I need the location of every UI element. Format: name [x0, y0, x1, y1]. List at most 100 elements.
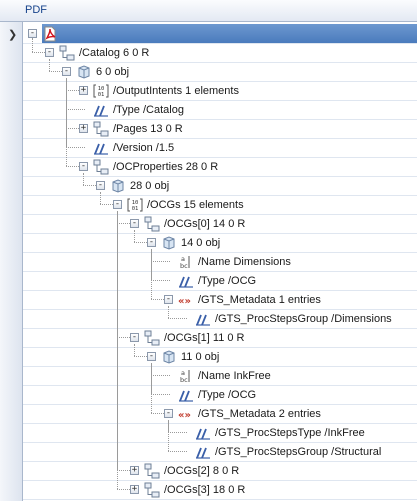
- tree-node-label: /OCGs 15 elements: [147, 198, 244, 211]
- string-icon: abc: [180, 369, 190, 384]
- name-icon: [196, 428, 210, 440]
- tree-node-label: /OCGs[1] 11 0 R: [164, 331, 245, 344]
- name-icon: [196, 314, 210, 326]
- name-icon: [179, 390, 193, 402]
- reference-icon: [59, 45, 75, 60]
- reference-icon: [144, 330, 160, 345]
- tree-connector: [151, 299, 164, 300]
- tree-connector: [66, 128, 79, 129]
- tree-node-label: /OCGs[2] 8 0 R: [164, 464, 240, 477]
- dictionary-icon: «»: [178, 296, 191, 307]
- tree-node-ocg0-gts-1[interactable]: /GTS_ProcStepsGroup /Dimensions: [181, 309, 393, 328]
- name-icon: [179, 276, 193, 288]
- tree-node-ocproperties[interactable]: - /OCProperties 28 0 R: [79, 157, 219, 176]
- collapse-toggle[interactable]: -: [28, 29, 37, 38]
- column-header-label: PDF: [25, 4, 47, 16]
- tree-node-label: /GTS_Metadata 1 entries: [198, 293, 321, 306]
- column-header[interactable]: PDF: [0, 0, 417, 22]
- tree-connector: [49, 59, 50, 71]
- tree-node-ocg3[interactable]: + /OCGs[3] 18 0 R: [130, 480, 246, 499]
- collapse-toggle[interactable]: -: [45, 48, 54, 57]
- tree-node-ocg0-name[interactable]: a bc/Name Dimensions: [164, 252, 292, 271]
- row-indicator-gutter: ❯: [0, 22, 23, 501]
- tree-connector: [134, 344, 135, 356]
- tree-node-label: /Type /OCG: [198, 274, 257, 287]
- svg-text:bc: bc: [180, 262, 188, 270]
- collapse-toggle[interactable]: -: [62, 67, 71, 76]
- tree-connector: [134, 230, 135, 242]
- reference-icon: [144, 463, 160, 478]
- tree-node-label: /Name InkFree: [198, 369, 271, 382]
- tree-node-catalog-obj[interactable]: - 6 0 obj: [62, 62, 130, 81]
- collapse-toggle[interactable]: -: [79, 162, 88, 171]
- tree-node-ocg0-type[interactable]: /Type /OCG: [164, 271, 257, 290]
- svg-text:«»: «»: [178, 410, 191, 421]
- pdf-object-tree[interactable]: - -/Catalog 6 0 R-6 0 obj +10 01/OutputInt…: [23, 22, 417, 501]
- collapse-toggle[interactable]: -: [164, 409, 173, 418]
- collapse-toggle[interactable]: -: [130, 219, 139, 228]
- reference-icon: [144, 482, 160, 497]
- tree-node-version[interactable]: /Version /1.5: [79, 138, 175, 157]
- expand-toggle[interactable]: +: [130, 485, 139, 494]
- tree-node-ocg1-name[interactable]: a bc/Name InkFree: [164, 366, 272, 385]
- expand-toggle[interactable]: +: [79, 86, 88, 95]
- reference-icon: [93, 159, 109, 174]
- tree-connector: [117, 223, 130, 224]
- tree-node-label: /Type /OCG: [198, 388, 257, 401]
- tree-node-label: /Pages 13 0 R: [113, 122, 183, 135]
- reference-icon: [144, 216, 160, 231]
- name-icon: [94, 105, 108, 117]
- svg-text:01: 01: [98, 92, 105, 98]
- tree-node-label: 6 0 obj: [96, 65, 130, 78]
- tree-node-ocg1-gts-1[interactable]: /GTS_ProcStepsType /InkFree: [181, 423, 366, 442]
- tree-connector: [134, 356, 147, 357]
- tree-connector: [32, 52, 45, 53]
- object-icon: [163, 235, 175, 250]
- tree-node-ocg2[interactable]: + /OCGs[2] 8 0 R: [130, 461, 240, 480]
- tree-node-ocg1-gts[interactable]: - «» /GTS_Metadata 2 entries: [164, 404, 322, 423]
- tree-node-outputintents[interactable]: +10 01/OutputIntents 1 elements: [79, 81, 240, 100]
- object-icon: [112, 178, 124, 193]
- tree-connector: [117, 211, 118, 489]
- svg-text:01: 01: [132, 206, 139, 212]
- tree-node-catalog[interactable]: - /Catalog 6 0 R: [45, 43, 150, 62]
- tree-connector: [66, 90, 79, 91]
- name-icon: [196, 447, 210, 459]
- current-row-arrow-icon: ❯: [8, 29, 18, 41]
- tree-node-type-catalog[interactable]: /Type /Catalog: [79, 100, 185, 119]
- tree-node-ocg1-gts-2[interactable]: /GTS_ProcStepsGroup /Structural: [181, 442, 382, 461]
- collapse-toggle[interactable]: -: [113, 200, 122, 209]
- string-icon: abc: [180, 255, 190, 270]
- expand-toggle[interactable]: +: [79, 124, 88, 133]
- tree-node-ocgs[interactable]: -10 01/OCGs 15 elements: [113, 195, 245, 214]
- tree-node-ocg1-type[interactable]: /Type /OCG: [164, 385, 257, 404]
- collapse-toggle[interactable]: -: [164, 295, 173, 304]
- tree-connector: [32, 38, 33, 52]
- row-gridline: [23, 499, 417, 500]
- tree-node-label: /OutputIntents 1 elements: [113, 84, 239, 97]
- tree-node-label: /OCGs[3] 18 0 R: [164, 483, 246, 496]
- collapse-toggle[interactable]: -: [147, 238, 156, 247]
- tree-connector: [117, 337, 130, 338]
- tree-node-label: /GTS_ProcStepsType /InkFree: [215, 426, 365, 439]
- collapse-toggle[interactable]: -: [130, 333, 139, 342]
- tree-node-ocg0[interactable]: - /OCGs[0] 14 0 R: [130, 214, 246, 233]
- tree-connector: [134, 242, 147, 243]
- tree-root[interactable]: -: [28, 24, 63, 43]
- tree-connector: [168, 420, 169, 451]
- tree-connector: [66, 166, 79, 167]
- tree-connector: [49, 71, 62, 72]
- tree-node-pages[interactable]: + /Pages 13 0 R: [79, 119, 184, 138]
- collapse-toggle[interactable]: -: [147, 352, 156, 361]
- tree-node-label: /Type /Catalog: [113, 103, 184, 116]
- tree-node-label: /OCGs[0] 14 0 R: [164, 217, 246, 230]
- tree-node-ocg0-obj[interactable]: - 14 0 obj: [147, 233, 221, 252]
- tree-node-ocg1[interactable]: - /OCGs[1] 11 0 R: [130, 328, 246, 347]
- collapse-toggle[interactable]: -: [96, 181, 105, 190]
- tree-node-ocg0-gts[interactable]: - «» /GTS_Metadata 1 entries: [164, 290, 322, 309]
- array-icon: 1001: [93, 84, 109, 98]
- tree-node-ocproperties-obj[interactable]: - 28 0 obj: [96, 176, 170, 195]
- tree-connector: [168, 306, 169, 318]
- tree-node-ocg1-obj[interactable]: - 11 0 obj: [147, 347, 220, 366]
- expand-toggle[interactable]: +: [130, 466, 139, 475]
